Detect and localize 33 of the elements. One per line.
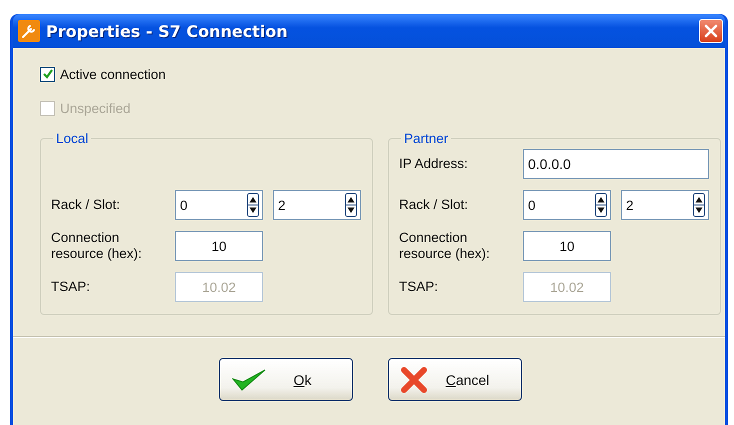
- wrench-icon: [18, 20, 40, 42]
- field-label: IP Address:: [399, 156, 469, 172]
- window-title: Properties - S7 Connection: [46, 22, 289, 40]
- spin-field[interactable]: 2: [621, 190, 709, 220]
- spinner-arrows-icon[interactable]: [247, 193, 259, 217]
- spinner-arrows-icon[interactable]: [345, 193, 357, 217]
- spinner-arrows-icon[interactable]: [693, 193, 705, 217]
- spin-field[interactable]: 0: [175, 190, 263, 220]
- text-field: 10.02: [523, 272, 611, 302]
- spin-field[interactable]: 2: [273, 190, 361, 220]
- spinner-arrows-icon[interactable]: [595, 193, 607, 217]
- x-icon: [400, 366, 426, 392]
- field-label: Connection resource (hex):: [399, 230, 491, 262]
- field-label: Rack / Slot:: [51, 197, 122, 213]
- group-title: Partner: [403, 131, 450, 146]
- checkbox-label: Unspecified: [60, 100, 131, 116]
- ok-button[interactable]: Ok: [218, 358, 352, 401]
- text-field[interactable]: 10: [523, 231, 611, 261]
- checkmark-icon: [232, 368, 266, 392]
- text-field[interactable]: 0.0.0.0: [523, 149, 709, 179]
- field-label: Connection resource (hex):: [51, 230, 143, 262]
- cancel-button[interactable]: Cancel: [388, 358, 522, 401]
- field-label: TSAP:: [51, 279, 92, 295]
- close-button[interactable]: [699, 19, 723, 43]
- checkbox-label: Active connection: [60, 66, 166, 82]
- text-field[interactable]: 10: [175, 231, 263, 261]
- close-icon: [704, 24, 718, 38]
- text-field: 10.02: [175, 272, 263, 302]
- field-label: Rack / Slot:: [399, 197, 470, 213]
- checkbox[interactable]: [40, 66, 55, 82]
- field-label: TSAP:: [399, 279, 440, 295]
- group-title: Local: [55, 131, 90, 146]
- spin-field[interactable]: 0: [523, 190, 611, 220]
